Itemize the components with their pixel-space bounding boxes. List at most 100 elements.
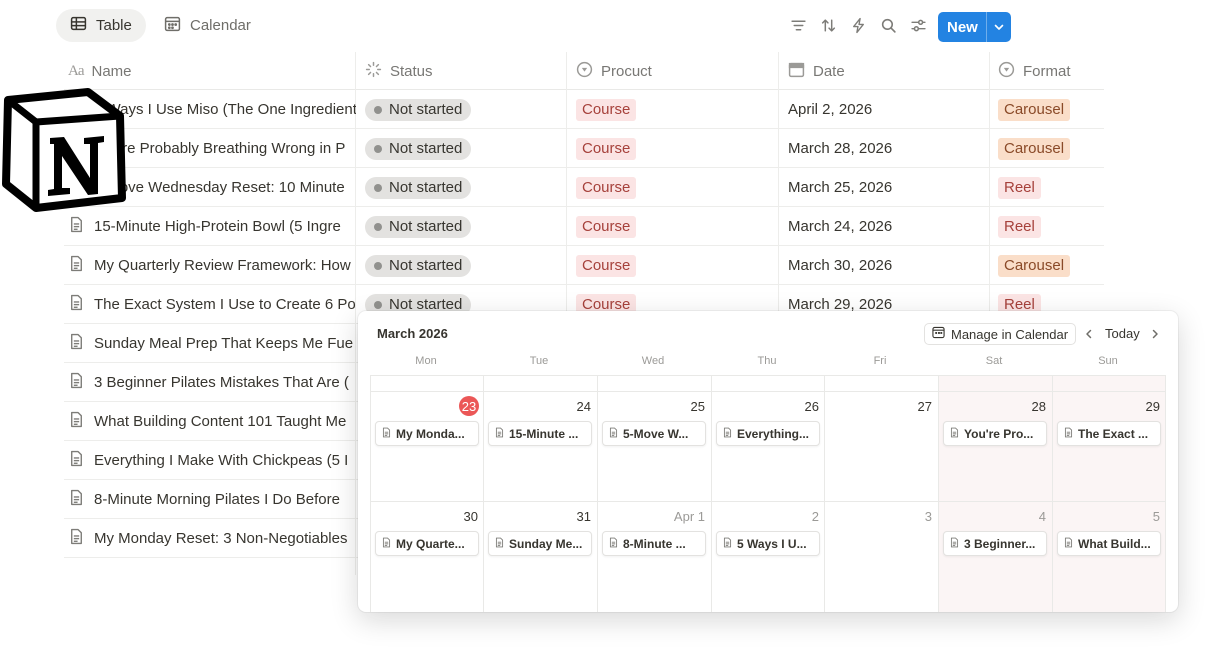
column-header-status[interactable]: Status <box>365 52 433 90</box>
chevron-left-icon[interactable] <box>1079 324 1099 344</box>
row-name-cell[interactable]: 3 Beginner Pilates Mistakes That Are ( <box>68 363 356 402</box>
status-dot <box>374 183 382 192</box>
calendar-event-card[interactable]: My Quarte... <box>375 531 479 556</box>
calendar-event-card[interactable]: My Monda... <box>375 421 479 446</box>
calendar-event-card[interactable]: 8-Minute ... <box>602 531 706 556</box>
calendar-day-cell[interactable]: 25 5-Move W... <box>597 392 711 502</box>
select-icon <box>998 61 1015 82</box>
row-date-cell[interactable]: March 24, 2026 <box>788 207 892 246</box>
calendar-event-card[interactable]: 5-Move W... <box>602 421 706 446</box>
calendar-day-cell[interactable]: 5 What Build... <box>1052 502 1166 612</box>
row-name-cell[interactable]: 8-Minute Morning Pilates I Do Before <box>68 480 356 519</box>
row-product-cell[interactable]: Course <box>576 207 637 246</box>
tab-table-label: Table <box>96 17 132 34</box>
row-status-cell[interactable]: Not started <box>365 207 472 246</box>
page-icon <box>68 216 85 237</box>
automation-icon[interactable] <box>850 17 867 34</box>
calendar-day-cell[interactable]: Apr 1 8-Minute ... <box>597 502 711 612</box>
calendar-event-card[interactable]: The Exact ... <box>1057 421 1161 446</box>
calendar-event-card[interactable]: What Build... <box>1057 531 1161 556</box>
today-button[interactable]: Today <box>1105 326 1140 341</box>
row-name-cell[interactable]: My Quarterly Review Framework: How <box>68 246 356 285</box>
column-header-name[interactable]: Aa Name <box>68 52 132 90</box>
settings-icon[interactable] <box>910 17 927 34</box>
calendar-day-cell[interactable]: 31 Sunday Me... <box>483 502 597 612</box>
row-name-cell[interactable]: What Building Content 101 Taught Me <box>68 402 356 441</box>
filter-icon[interactable] <box>790 17 807 34</box>
row-name-cell[interactable]: Everything I Make With Chickpeas (5 I <box>68 441 356 480</box>
chevron-right-icon[interactable] <box>1145 324 1165 344</box>
page-icon <box>68 333 85 354</box>
row-date-cell[interactable]: March 30, 2026 <box>788 246 892 285</box>
calendar-day-cell[interactable]: 2 5 Ways I U... <box>711 502 825 612</box>
column-header-label: Name <box>91 62 132 80</box>
calendar-event-card[interactable]: You're Pro... <box>943 421 1047 446</box>
calendar-day-cell[interactable]: 27 <box>824 392 938 502</box>
calendar-day-cell[interactable]: 29 The Exact ... <box>1052 392 1166 502</box>
table-row[interactable]: 5-Move Wednesday Reset: 10 Minute Not sta… <box>64 168 1104 207</box>
product-tag: Course <box>576 137 637 160</box>
row-format-cell[interactable]: Reel <box>998 168 1041 207</box>
row-date-cell[interactable]: April 2, 2026 <box>788 90 872 129</box>
row-format-cell[interactable]: Carousel <box>998 90 1071 129</box>
calendar-day-cell[interactable]: 26 Everything... <box>711 392 825 502</box>
column-header-label: Format <box>1023 62 1071 80</box>
row-name-cell[interactable]: The Exact System I Use to Create 6 Po <box>68 285 356 324</box>
calendar-day-cell[interactable]: 3 <box>824 502 938 612</box>
table-row[interactable]: 15-Minute High-Protein Bowl (5 Ingre Not … <box>64 207 1104 246</box>
day-number: 26 <box>804 399 819 414</box>
table-row[interactable]: 5 Ways I Use Miso (The One Ingredient Not… <box>64 90 1104 129</box>
day-number: 25 <box>690 399 705 414</box>
column-header-label: Procuct <box>601 62 652 80</box>
product-tag: Course <box>576 254 637 277</box>
row-status-cell[interactable]: Not started <box>365 246 472 285</box>
tab-table[interactable]: Table <box>56 9 146 42</box>
row-format-cell[interactable]: Reel <box>998 207 1041 246</box>
calendar-event-card[interactable]: Sunday Me... <box>488 531 592 556</box>
format-tag: Reel <box>998 176 1041 199</box>
calendar-day-cell[interactable]: 24 15-Minute ... <box>483 392 597 502</box>
table-row[interactable]: My Quarterly Review Framework: How Not st… <box>64 246 1104 285</box>
calendar-event-card[interactable]: Everything... <box>716 421 820 446</box>
column-header-format[interactable]: Format <box>998 52 1071 90</box>
format-tag: Reel <box>998 215 1041 238</box>
column-header-date[interactable]: Date <box>788 52 845 90</box>
row-product-cell[interactable]: Course <box>576 90 637 129</box>
calendar-day-cell[interactable]: 28 You're Pro... <box>938 392 1052 502</box>
row-name-cell[interactable]: Sunday Meal Prep That Keeps Me Fue <box>68 324 356 363</box>
calendar-day-cell[interactable]: 30 My Quarte... <box>370 502 484 612</box>
row-name-cell[interactable]: My Monday Reset: 3 Non-Negotiables <box>68 519 356 558</box>
new-button[interactable]: New <box>938 12 1011 42</box>
row-format-cell[interactable]: Carousel <box>998 246 1071 285</box>
status-text: Not started <box>389 179 463 196</box>
calendar-event-card[interactable]: 15-Minute ... <box>488 421 592 446</box>
column-header-product[interactable]: Procuct <box>576 52 652 90</box>
row-date-cell[interactable]: March 25, 2026 <box>788 168 892 207</box>
row-status-cell[interactable]: Not started <box>365 90 472 129</box>
calendar-event-card[interactable]: 3 Beginner... <box>943 531 1047 556</box>
weekday-label: Thu <box>757 355 777 367</box>
row-product-cell[interactable]: Course <box>576 129 637 168</box>
calendar-day-cell[interactable]: 43 Beginner... <box>938 502 1052 612</box>
day-number: 30 <box>463 509 478 524</box>
event-title: Everything... <box>737 426 810 441</box>
row-format-cell[interactable]: Carousel <box>998 129 1071 168</box>
row-product-cell[interactable]: Course <box>576 246 637 285</box>
row-date-cell[interactable]: March 28, 2026 <box>788 129 892 168</box>
manage-in-calendar-button[interactable]: Manage in Calendar <box>924 323 1077 345</box>
status-text: Not started <box>389 218 463 235</box>
sort-icon[interactable] <box>820 17 837 34</box>
page-icon <box>381 537 392 551</box>
status-dot <box>374 105 382 114</box>
row-status-cell[interactable]: Not started <box>365 129 472 168</box>
row-status-cell[interactable]: Not started <box>365 168 472 207</box>
table-row[interactable]: You're Probably Breathing Wrong in P Not … <box>64 129 1104 168</box>
search-icon[interactable] <box>880 17 897 34</box>
event-title: 3 Beginner... <box>964 536 1036 551</box>
calendar-day-cell[interactable]: 23 My Monda... <box>370 392 484 502</box>
chevron-down-icon[interactable] <box>987 21 1011 33</box>
tab-calendar[interactable]: Calendar <box>150 9 265 42</box>
day-number: Apr 1 <box>673 509 705 524</box>
row-product-cell[interactable]: Course <box>576 168 637 207</box>
calendar-event-card[interactable]: 5 Ways I U... <box>716 531 820 556</box>
